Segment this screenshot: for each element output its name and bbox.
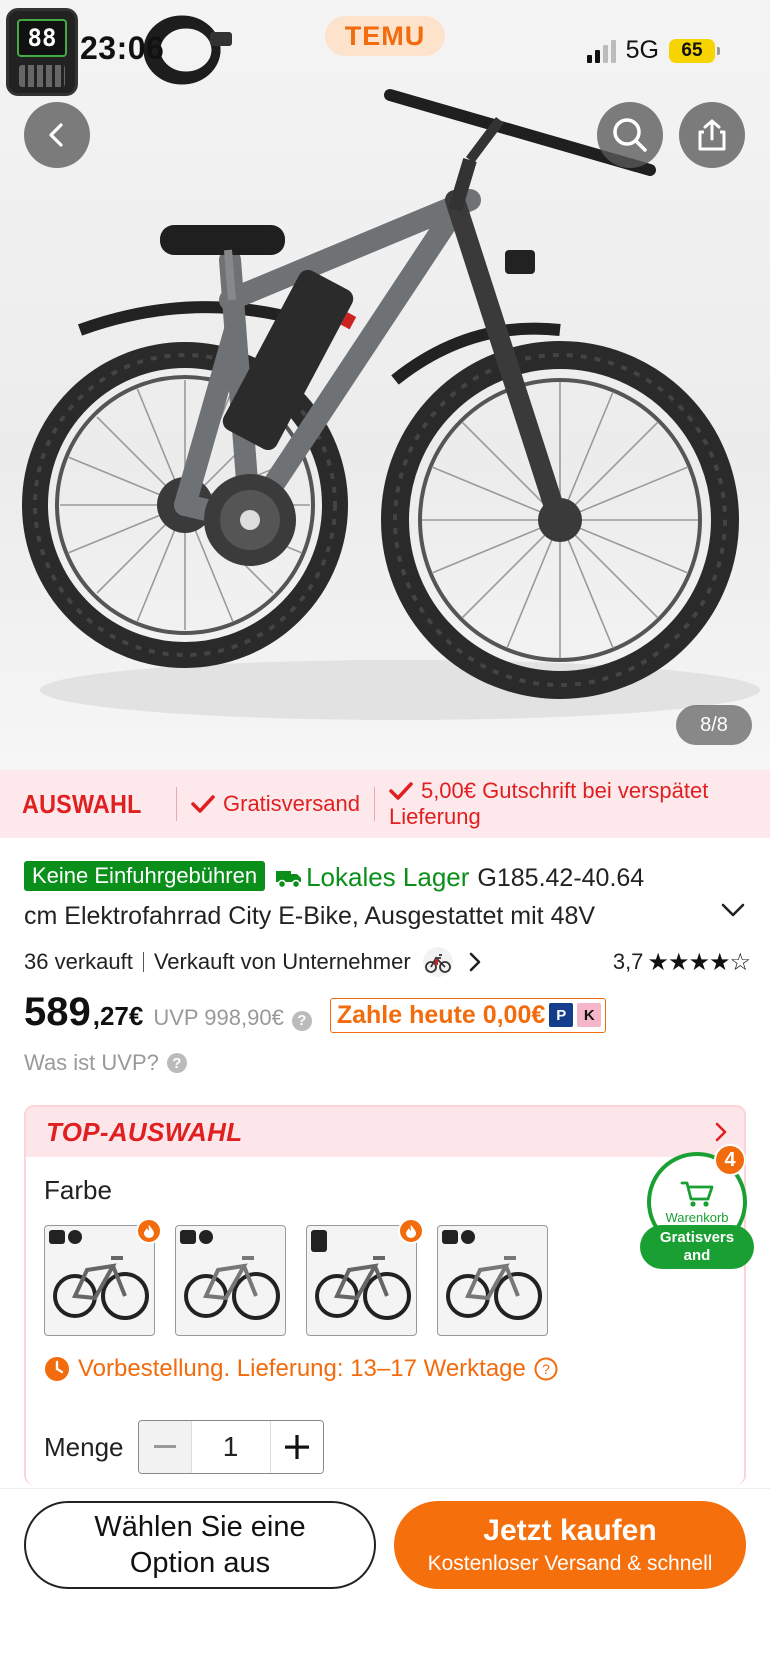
local-stock-label: Lokales Lager <box>275 862 469 892</box>
price-row: 589 ,27€ UVP 998,90€ ? Zahle heute 0,00€… <box>24 990 750 1040</box>
klarna-icon: K <box>577 1003 602 1027</box>
decrement-button[interactable] <box>138 1421 191 1473</box>
no-import-fees-badge: Keine Einfuhrgebühren <box>24 861 266 891</box>
what-is-uvp-text: Was ist UVP? <box>24 1050 159 1075</box>
gallery-counter: 8/8 <box>676 705 752 745</box>
check-icon <box>389 782 413 800</box>
top-selection-title: TOP-AUSWAHL <box>46 1116 243 1147</box>
fire-icon <box>398 1218 424 1244</box>
chevron-down-icon[interactable] <box>720 902 746 918</box>
share-button[interactable] <box>679 102 745 168</box>
temu-logo: TEMU <box>325 16 445 56</box>
benefits-strip[interactable]: AUSWAHL Gratisversand 5,00€ Gutschrift b… <box>0 770 770 838</box>
product-title-block[interactable]: Keine Einfuhrgebühren Lokales Lager G185.4… <box>24 858 754 935</box>
price-main: 589 <box>24 990 91 1034</box>
star-rating-icon: ★★★★☆ <box>647 948 751 976</box>
paypal-icon: P <box>549 1003 574 1027</box>
truck-icon <box>276 871 302 889</box>
uvp-price: UVP 998,90€ <box>153 1005 284 1030</box>
color-swatch-1[interactable] <box>44 1218 162 1336</box>
product-title-part-2: cm Elektrofahrrad City E-Bike, Ausgestat… <box>24 902 596 930</box>
quantity-label: Menge <box>44 1431 124 1462</box>
network-label: 5G <box>625 36 659 64</box>
seller-bike-icon <box>422 947 453 977</box>
sold-count: 36 verkauft <box>24 949 133 974</box>
free-shipping-label: Gratisversand <box>223 791 360 816</box>
credit-line-1: 5,00€ Gutschrift bei verspätet <box>420 778 709 803</box>
display-accessory-image: 88 <box>6 8 78 96</box>
pay-today-text: Zahle heute 0,00€ <box>336 1000 546 1029</box>
svg-text:?: ? <box>542 1361 550 1377</box>
share-icon <box>698 119 726 151</box>
help-icon: ? <box>166 1053 187 1073</box>
what-is-uvp-link[interactable]: Was ist UVP? ? <box>24 1050 187 1076</box>
bottom-action-bar: Wählen Sie eine Option aus Jetzt kaufen … <box>0 1488 770 1666</box>
signal-icon <box>586 39 616 63</box>
choose-option-line-1: Wählen Sie eine <box>94 1511 306 1543</box>
cart-icon <box>680 1181 714 1207</box>
check-icon <box>191 795 215 813</box>
search-button[interactable] <box>597 102 663 168</box>
cart-label: Warenkorb <box>665 1209 729 1225</box>
color-swatch-4[interactable] <box>437 1225 548 1336</box>
plus-icon <box>284 1435 309 1459</box>
minus-icon <box>153 1445 176 1448</box>
quantity-stepper[interactable]: 1 <box>137 1420 324 1474</box>
buy-now-label: Jetzt kaufen <box>483 1514 657 1547</box>
product-image-gallery[interactable]: 88 23:06 TEMU 5G 65 8/8 <box>0 0 770 770</box>
battery-icon: 65 <box>669 38 720 63</box>
e-bike-thumbnail <box>180 1230 280 1320</box>
fire-icon <box>136 1218 162 1244</box>
top-selection-header[interactable]: TOP-AUSWAHL <box>26 1107 744 1157</box>
auswahl-brand: AUSWAHL <box>22 788 142 819</box>
preorder-notice: Vorbestellung. Lieferung: 13–17 Werktage… <box>44 1355 558 1383</box>
product-meta-row: 36 verkauft Verkauft von Unternehmer 3,7… <box>24 945 751 979</box>
help-icon[interactable]: ? <box>534 1357 558 1381</box>
status-time: 23:06 <box>80 30 165 66</box>
chevron-right-icon[interactable] <box>467 951 483 973</box>
rating-value: 3,7 <box>612 949 644 974</box>
buy-now-button[interactable]: Jetzt kaufen Kostenloser Versand & schne… <box>394 1501 746 1589</box>
color-label: Farbe <box>44 1175 112 1205</box>
e-bike-thumbnail <box>49 1230 149 1320</box>
e-bike-thumbnail <box>442 1230 542 1320</box>
color-swatch-2[interactable] <box>175 1225 286 1336</box>
seller-label[interactable]: Verkauft von Unternehmer <box>154 949 411 975</box>
pay-today-badge[interactable]: Zahle heute 0,00€ P K <box>329 997 607 1033</box>
product-title-part-1: G185.42-40.64 <box>477 864 645 892</box>
cart-free-shipping-badge: Gratisvers and <box>640 1225 754 1269</box>
top-selection-card: TOP-AUSWAHL Farbe Vorbestellung. Lieferu… <box>24 1105 746 1485</box>
quantity-row: Menge 1 <box>44 1420 324 1474</box>
free-shipping-benefit: Gratisversand <box>191 791 360 817</box>
choose-option-line-2: Option aus <box>129 1547 271 1579</box>
back-button[interactable] <box>24 102 90 168</box>
quantity-value[interactable]: 1 <box>190 1421 271 1473</box>
color-swatches <box>44 1218 548 1336</box>
buy-now-subtext: Kostenloser Versand & schnell <box>427 1552 713 1575</box>
search-icon <box>613 118 647 152</box>
cart-shipping-line-2: and <box>683 1247 711 1264</box>
cart-shipping-line-1: Gratisvers <box>659 1229 735 1246</box>
cart-count-badge: 4 <box>714 1144 746 1176</box>
late-delivery-credit-benefit: 5,00€ Gutschrift bei verspätet Lieferung <box>389 778 708 830</box>
chevron-right-icon <box>715 1122 727 1142</box>
choose-option-button[interactable]: Wählen Sie eine Option aus <box>24 1501 376 1589</box>
status-indicators: 5G 65 <box>586 36 720 65</box>
increment-button[interactable] <box>270 1421 323 1473</box>
local-stock-text: Lokales Lager <box>306 862 470 892</box>
rating[interactable]: 3,7 ★★★★☆ <box>612 948 751 977</box>
help-icon[interactable]: ? <box>291 1010 312 1031</box>
color-swatch-3[interactable] <box>306 1218 424 1336</box>
price-cents: ,27€ <box>92 1001 144 1031</box>
back-icon <box>49 123 63 147</box>
clock-icon <box>45 1357 69 1381</box>
preorder-text: Vorbestellung. Lieferung: 13–17 Werktage <box>78 1355 526 1382</box>
e-bike-thumbnail <box>311 1230 411 1320</box>
credit-line-2: Lieferung <box>388 804 481 829</box>
